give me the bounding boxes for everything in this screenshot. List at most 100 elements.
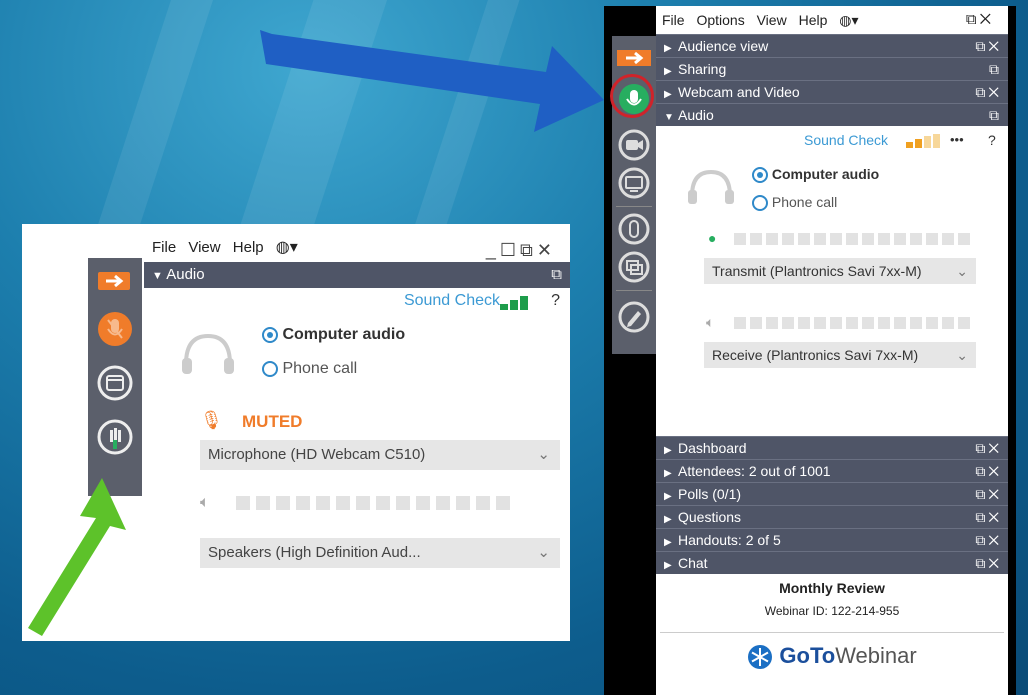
section-controls[interactable]: ⧉✕ <box>975 483 1002 506</box>
section-label: Audience view <box>678 38 769 54</box>
screen-button[interactable] <box>617 166 651 200</box>
webcam-icon <box>618 129 650 161</box>
left-control-toolbar <box>88 258 142 496</box>
sound-check-link[interactable]: Sound Check <box>804 132 888 148</box>
right-screenshot-panel: File Options View Help ◍▾ ⧉✕ ▶ Audience v… <box>604 6 1016 695</box>
section-label: Polls (0/1) <box>678 486 742 502</box>
questions-header[interactable]: ▶ Questions ⧉✕ <box>656 505 1008 528</box>
chevron-down-icon: ⌄ <box>537 544 550 561</box>
speaker-icon: 🔈︎ <box>200 494 210 511</box>
help-icon[interactable]: ? <box>988 132 996 148</box>
headset-icon <box>182 333 234 374</box>
computer-audio-radio[interactable] <box>752 167 768 184</box>
menu-view[interactable]: View <box>757 12 787 28</box>
show-hide-button[interactable] <box>98 272 130 290</box>
computer-audio-option[interactable]: Computer audio <box>262 326 405 344</box>
dashboard-header[interactable]: ▶ Dashboard ⧉✕ <box>656 436 1008 459</box>
receive-select-value: Receive (Plantronics Savi 7xx-M) <box>712 347 919 363</box>
speakers-select[interactable]: Speakers (High Definition Aud... ⌄ <box>200 538 560 568</box>
receive-select[interactable]: Receive (Plantronics Savi 7xx-M) ⌄ <box>704 342 976 368</box>
phone-call-radio[interactable] <box>262 360 278 377</box>
green-pointer-arrow <box>28 478 126 636</box>
screen-icon <box>97 365 133 401</box>
chevron-down-icon: ⌄ <box>956 347 968 363</box>
window-controls[interactable]: ⧉✕ <box>966 6 994 34</box>
attendees-header[interactable]: ▶ Attendees: 2 out of 1001 ⧉✕ <box>656 459 1008 482</box>
section-controls[interactable]: ⧉✕ <box>975 437 1002 460</box>
section-controls[interactable]: ⧉ <box>989 58 1002 81</box>
section-controls[interactable]: ⧉✕ <box>975 506 1002 529</box>
menu-options[interactable]: Options <box>696 12 744 28</box>
chat-header[interactable]: ▶ Chat ⧉✕ <box>656 551 1008 574</box>
mic-level-meter <box>734 232 974 250</box>
phone-call-option[interactable]: Phone call <box>262 360 357 378</box>
computer-audio-label: Computer audio <box>771 166 880 182</box>
audio-section-header[interactable]: ▼ Audio ⧉ <box>144 262 570 288</box>
speaker-icon: 🔈︎ <box>706 314 715 330</box>
help-icon[interactable]: ? <box>551 292 560 310</box>
section-label: Attendees: 2 out of 1001 <box>678 463 831 479</box>
webcam-button[interactable] <box>617 128 651 162</box>
collapse-triangle-icon: ▼ <box>152 270 163 282</box>
section-label: Webcam and Video <box>678 84 800 100</box>
muted-label: MUTED <box>242 412 303 431</box>
more-options-icon[interactable]: ••• <box>950 132 964 147</box>
audience-view-header[interactable]: ▶ Audience view ⧉✕ <box>656 34 1008 57</box>
computer-audio-option[interactable]: Computer audio <box>752 166 880 184</box>
language-globe-icon[interactable]: ◍▾ <box>276 239 298 256</box>
section-label: Handouts: 2 of 5 <box>678 532 781 548</box>
screen-button[interactable] <box>96 364 134 402</box>
menu-help[interactable]: Help <box>233 239 264 256</box>
handouts-header[interactable]: ▶ Handouts: 2 of 5 ⧉✕ <box>656 528 1008 551</box>
microphone-muted-icon <box>98 312 132 346</box>
section-controls[interactable]: ⧉ <box>989 104 1002 127</box>
speaker-level-meter <box>734 316 974 334</box>
screen-icon <box>618 167 650 199</box>
menu-file[interactable]: File <box>662 12 685 28</box>
phone-call-radio[interactable] <box>752 195 768 212</box>
webinar-title: Monthly Review <box>779 580 885 596</box>
show-hide-button[interactable] <box>617 50 651 66</box>
toolbar-divider <box>616 206 652 207</box>
muted-row: 🎙︎ MUTED <box>144 406 570 440</box>
chevron-down-icon: ⌄ <box>956 263 968 279</box>
phone-call-label: Phone call <box>771 194 838 210</box>
section-controls[interactable]: ⧉✕ <box>975 35 1002 58</box>
window-controls[interactable]: _☐⧉✕ <box>486 236 556 264</box>
left-menubar: File View Help ◍▾ _☐⧉✕ <box>144 234 570 262</box>
section-controls[interactable]: ⧉✕ <box>975 552 1002 575</box>
signal-bars-icon <box>906 134 940 148</box>
language-globe-icon[interactable]: ◍▾ <box>839 12 858 28</box>
microphone-select-value: Microphone (HD Webcam C510) <box>208 446 426 463</box>
section-controls[interactable]: ⧉✕ <box>975 460 1002 483</box>
blue-pointer-arrow <box>260 30 604 132</box>
signal-bars-icon <box>500 296 528 310</box>
microphone-select[interactable]: Microphone (HD Webcam C510) ⌄ <box>200 440 560 470</box>
phone-call-option[interactable]: Phone call <box>752 194 838 212</box>
menu-view[interactable]: View <box>188 239 220 256</box>
menu-help[interactable]: Help <box>799 12 828 28</box>
computer-audio-radio[interactable] <box>262 326 278 343</box>
section-controls[interactable]: ⧉✕ <box>975 81 1002 104</box>
popout-icon[interactable]: ⧉ <box>551 262 562 288</box>
raise-hand-button[interactable] <box>617 212 651 246</box>
sound-check-link[interactable]: Sound Check <box>404 292 500 310</box>
raise-hand-button[interactable] <box>96 418 134 456</box>
transmit-select-value: Transmit (Plantronics Savi 7xx-M) <box>712 263 922 279</box>
drawing-tools-button[interactable] <box>617 300 651 334</box>
transmit-select[interactable]: Transmit (Plantronics Savi 7xx-M) ⌄ <box>704 258 976 284</box>
grab-tab-button[interactable] <box>617 250 651 284</box>
right-control-toolbar <box>610 36 656 354</box>
headset-icon <box>688 169 734 204</box>
audio-header[interactable]: ▼ Audio ⧉ <box>656 103 1008 126</box>
sharing-header[interactable]: ▶ Sharing ⧉ <box>656 57 1008 80</box>
section-controls[interactable]: ⧉✕ <box>975 529 1002 552</box>
menu-file[interactable]: File <box>152 239 176 256</box>
polls-header[interactable]: ▶ Polls (0/1) ⧉✕ <box>656 482 1008 505</box>
brand-webinar: Webinar <box>835 643 917 668</box>
footer-divider <box>660 632 1004 633</box>
mute-button[interactable] <box>96 310 134 348</box>
mic-highlight-circle <box>610 74 654 118</box>
webcam-video-header[interactable]: ▶ Webcam and Video ⧉✕ <box>656 80 1008 103</box>
section-label: Chat <box>678 555 708 571</box>
